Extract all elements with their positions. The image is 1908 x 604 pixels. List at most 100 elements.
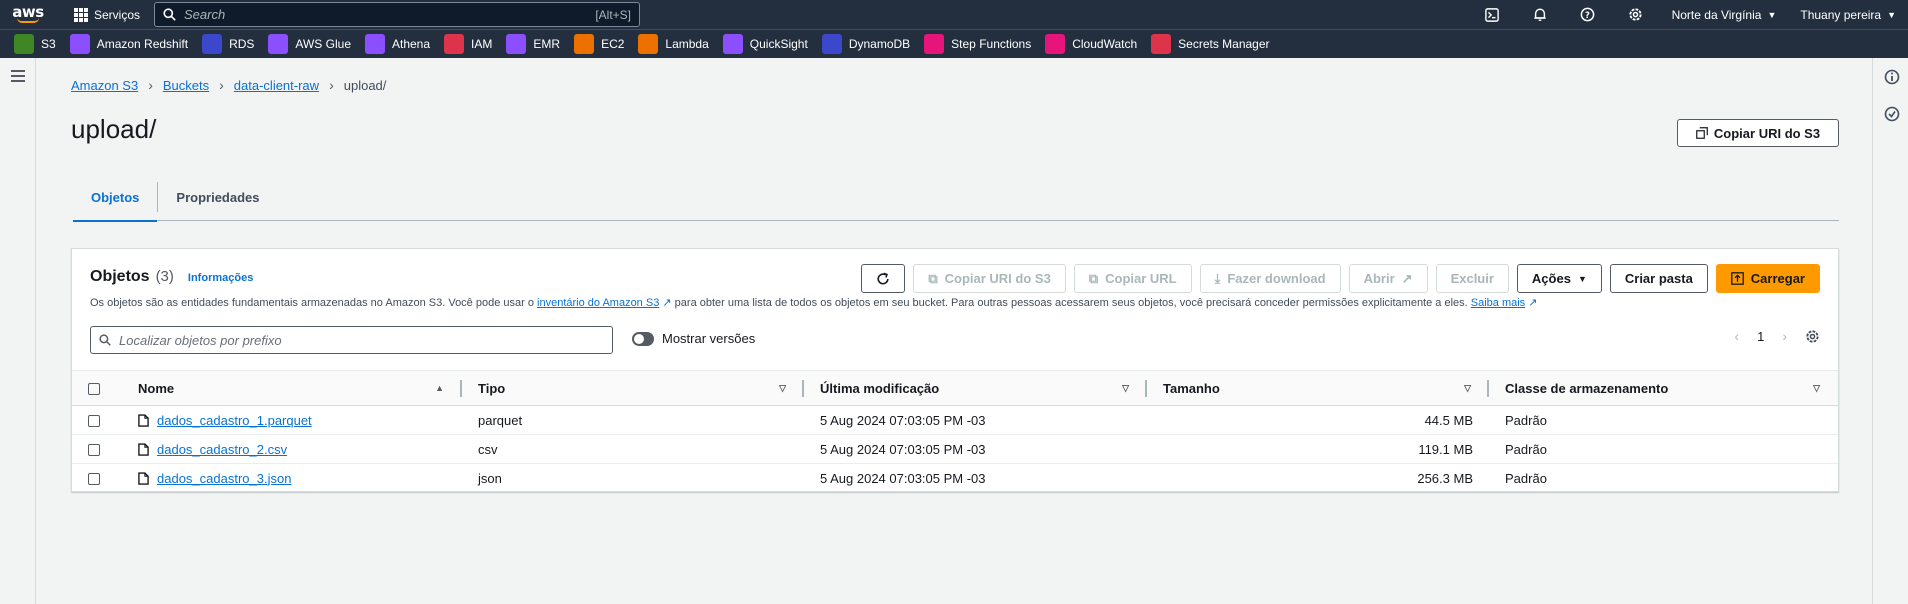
gear-icon[interactable] [1805,329,1820,344]
bell-icon[interactable] [1516,0,1564,29]
pagination: ‹ 1 › [1734,328,1820,344]
refresh-button[interactable] [861,264,906,293]
favorite-label: Secrets Manager [1178,37,1270,51]
favorite-label: QuickSight [749,37,808,51]
tab-objects[interactable]: Objetos [73,173,158,222]
select-all-checkbox[interactable] [88,383,100,396]
chevron-left-icon[interactable]: ‹ [1734,328,1739,344]
info-link[interactable]: Informações [188,272,253,284]
sort-icon: ▽ [779,383,786,393]
chevron-right-icon: › [148,77,153,93]
prefix-search-input[interactable]: Localizar objetos por prefixo [90,326,613,354]
row-checkbox[interactable] [88,444,100,457]
user-menu[interactable]: Thuany pereira ▼ [1788,0,1908,29]
table-row[interactable]: dados_cadastro_2.csv csv 5 Aug 2024 07:0… [72,435,1838,464]
copy-icon: ⧉ [928,270,938,286]
cloudwatch-icon [1045,34,1066,54]
favorite-glue[interactable]: AWS Glue [268,30,365,59]
copy-s3-uri-button[interactable]: Copiar URI do S3 [1677,119,1839,147]
delete-button[interactable]: Excluir [1435,264,1509,293]
upload-button[interactable]: Carregar [1715,264,1820,293]
favorite-ec2[interactable]: EC2 [574,30,638,59]
breadcrumb-buckets[interactable]: Buckets [163,78,209,93]
favorite-s3[interactable]: S3 [14,30,70,59]
object-name-link[interactable]: dados_cadastro_2.csv [157,442,287,457]
open-button[interactable]: Abrir ↗ [1348,264,1428,293]
breadcrumb-bucket[interactable]: data-client-raw [234,78,319,93]
favorite-label: S3 [41,37,56,51]
copy-url-button[interactable]: ⧉ Copiar URL [1073,264,1192,293]
breadcrumb-amazon-s3[interactable]: Amazon S3 [71,78,138,93]
tab-list: Objetos Propriedades [73,173,1839,222]
global-search-input[interactable]: Search [Alt+S] [154,2,640,27]
actions-dropdown[interactable]: Ações ▼ [1516,264,1602,293]
objects-panel: Objetos (3) Informações Os objetos são a… [71,248,1839,492]
help-icon[interactable]: ? [1564,0,1612,29]
column-label: Nome [138,380,175,396]
column-header-type[interactable]: Tipo ▽ [462,371,804,406]
favorite-emr[interactable]: EMR [506,30,574,59]
file-icon [138,413,149,427]
quicksight-icon [722,34,743,54]
inventory-link[interactable]: inventário do Amazon S3 [537,297,659,309]
favorite-dynamodb[interactable]: DynamoDB [821,30,924,59]
aws-logo[interactable]: aws [0,0,56,29]
object-last-modified: 5 Aug 2024 07:03:05 PM -03 [820,470,986,486]
column-label: Tipo [478,380,506,396]
favorite-lambda[interactable]: Lambda [638,30,722,59]
column-header-size[interactable]: Tamanho ▽ [1147,371,1489,406]
object-size: 119.1 MB [1418,441,1473,457]
gear-icon[interactable] [1612,0,1660,29]
chevron-right-icon[interactable]: › [1782,328,1787,344]
copy-uri-button[interactable]: ⧉ Copiar URI do S3 [913,264,1066,293]
open-label: Abrir [1363,271,1395,286]
favorite-iam[interactable]: IAM [444,30,506,59]
page-number[interactable]: 1 [1757,329,1764,344]
cloudshell-icon[interactable] [1468,0,1516,29]
create-folder-button[interactable]: Criar pasta [1609,264,1708,293]
object-size: 44.5 MB [1424,412,1473,428]
region-selector[interactable]: Norte da Virgínia ▼ [1660,0,1789,29]
learn-more-link[interactable]: Saiba mais [1471,297,1525,309]
services-menu-button[interactable]: Serviços [56,0,150,29]
grid-icon [74,7,88,22]
file-icon [138,472,149,485]
tab-properties[interactable]: Propriedades [158,173,277,221]
object-name-link[interactable]: dados_cadastro_1.parquet [157,413,312,428]
ec2-icon [574,34,595,54]
search-placeholder: Search [184,7,226,22]
row-checkbox[interactable] [88,415,100,428]
object-name-link[interactable]: dados_cadastro_3.json [157,471,291,486]
column-header-name[interactable]: Nome ▲ [122,371,462,406]
external-link-icon: ↗ [662,297,672,309]
athena-icon [365,34,385,54]
column-header-storage-class[interactable]: Classe de armazenamento ▽ [1489,371,1838,406]
favorite-quicksight[interactable]: QuickSight [722,30,822,59]
info-icon[interactable] [1884,69,1900,85]
favorite-secrets-manager[interactable]: Secrets Manager [1151,30,1283,59]
refresh-icon [877,272,889,285]
column-label: Classe de armazenamento [1505,380,1669,396]
show-versions-toggle[interactable]: Mostrar versões [632,331,755,346]
search-icon [163,8,176,21]
object-type: csv [478,441,498,457]
row-checkbox[interactable] [88,473,100,486]
download-button[interactable]: ⤓ Fazer download [1199,264,1341,293]
favorite-athena[interactable]: Athena [365,30,444,59]
favorite-rds[interactable]: RDS [202,30,268,59]
file-icon [138,442,149,456]
sort-icon: ▽ [1813,383,1820,393]
object-last-modified: 5 Aug 2024 07:03:05 PM -03 [820,412,986,428]
favorite-redshift[interactable]: Amazon Redshift [69,30,202,59]
toggle-switch[interactable] [632,331,654,346]
favorite-cloudwatch[interactable]: CloudWatch [1045,30,1151,59]
column-header-last-modified[interactable]: Última modificação ▽ [804,371,1147,406]
menu-icon[interactable] [11,70,25,82]
feedback-icon[interactable] [1884,106,1900,122]
table-row[interactable]: dados_cadastro_1.parquet parquet 5 Aug 2… [72,406,1838,435]
favorite-label: AWS Glue [295,37,351,51]
table-row[interactable]: dados_cadastro_3.json json 5 Aug 2024 07… [72,464,1838,493]
favorite-step-functions[interactable]: Step Functions [924,30,1045,59]
caret-down-icon: ▼ [1767,9,1777,20]
prefix-search-placeholder: Localizar objetos por prefixo [119,332,282,348]
